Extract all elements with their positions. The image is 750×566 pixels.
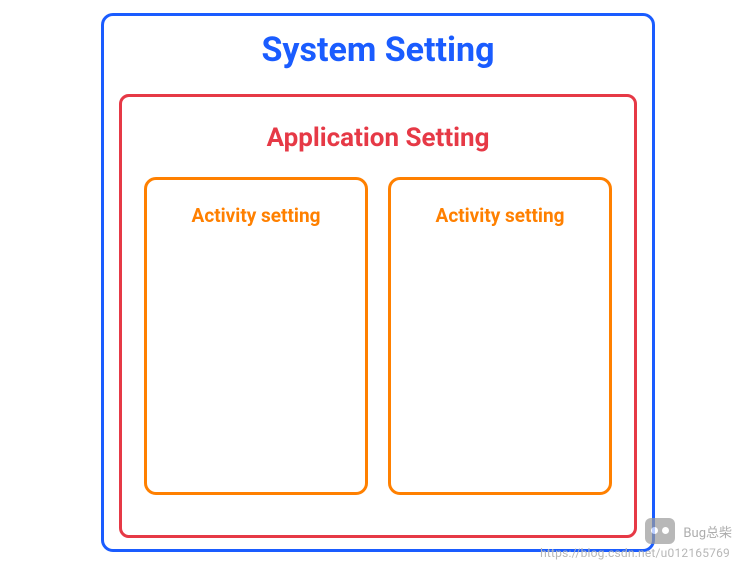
activity-setting-box-1: Activity setting [144, 177, 368, 495]
watermark-label: Bug总柴 [683, 522, 732, 541]
application-setting-box: Application Setting Activity setting Act… [119, 94, 637, 538]
system-setting-title: System Setting [104, 16, 652, 76]
watermark: Bug总柴 [645, 518, 732, 544]
activity-setting-box-2: Activity setting [388, 177, 612, 495]
activity-setting-title: Activity setting [391, 204, 609, 227]
system-setting-box: System Setting Application Setting Activ… [101, 13, 655, 552]
application-setting-title: Application Setting [122, 97, 634, 159]
activity-row: Activity setting Activity setting [122, 159, 634, 495]
activity-setting-title: Activity setting [147, 204, 365, 227]
watermark-url: https://blog.csdn.net/u012165769 [540, 546, 730, 560]
wechat-icon [645, 518, 675, 544]
